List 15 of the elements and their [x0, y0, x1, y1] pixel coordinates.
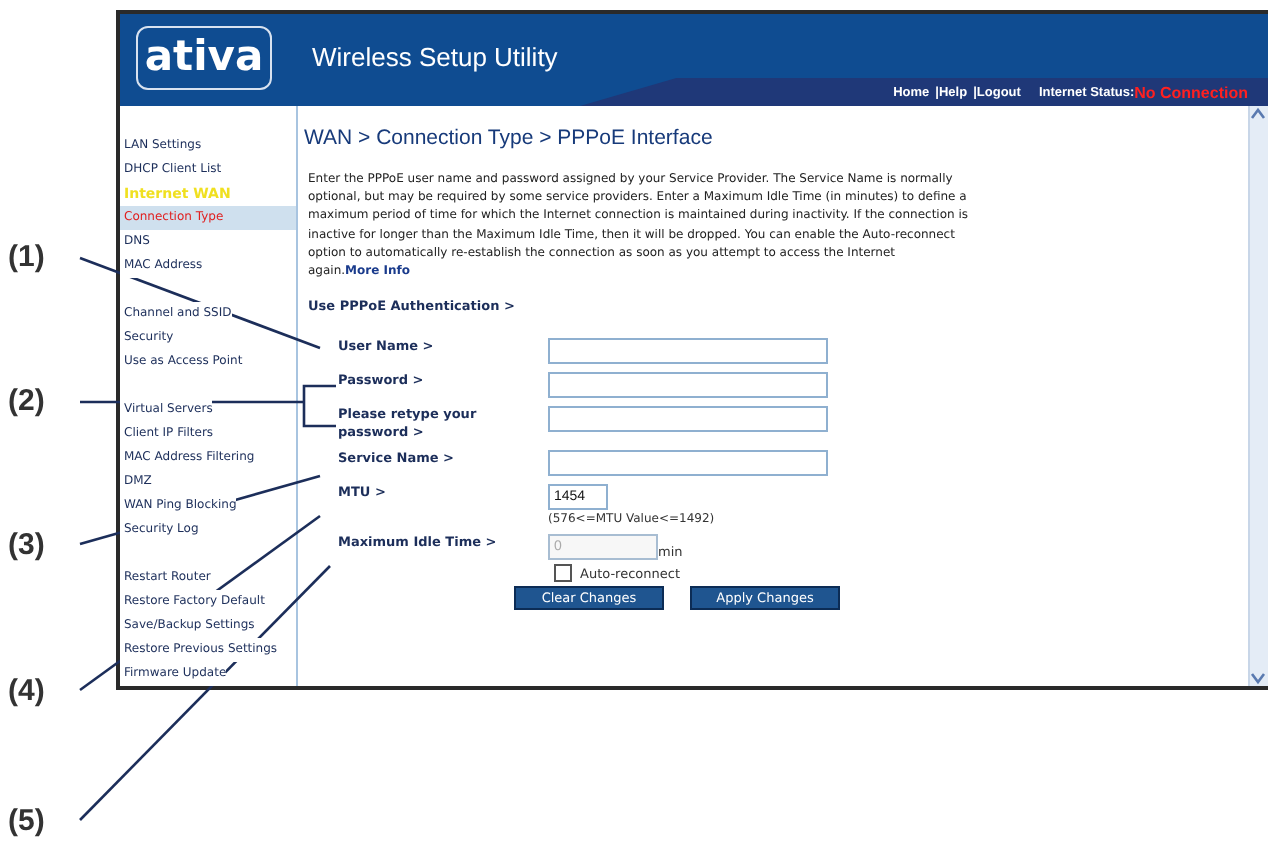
callout-label: (1)	[8, 240, 45, 274]
checkbox[interactable]	[554, 564, 572, 583]
callout-label: (4)	[8, 674, 45, 708]
callout-label: (3)	[8, 528, 45, 562]
scrollbar-drawing[interactable]	[1248, 106, 1268, 686]
input-field[interactable]	[548, 450, 828, 477]
app-title: Wireless Setup Utility	[312, 42, 558, 72]
input-field[interactable]	[548, 338, 828, 365]
callout-label: (2)	[8, 384, 45, 418]
input-field[interactable]	[548, 406, 828, 433]
status-value: No Connection	[1134, 83, 1248, 101]
callout-label: (5)	[8, 804, 45, 838]
page-title: WAN > Connection Type > PPPoE Interface	[304, 126, 715, 150]
input-field[interactable]	[548, 372, 828, 399]
logo: ativa	[136, 26, 272, 90]
